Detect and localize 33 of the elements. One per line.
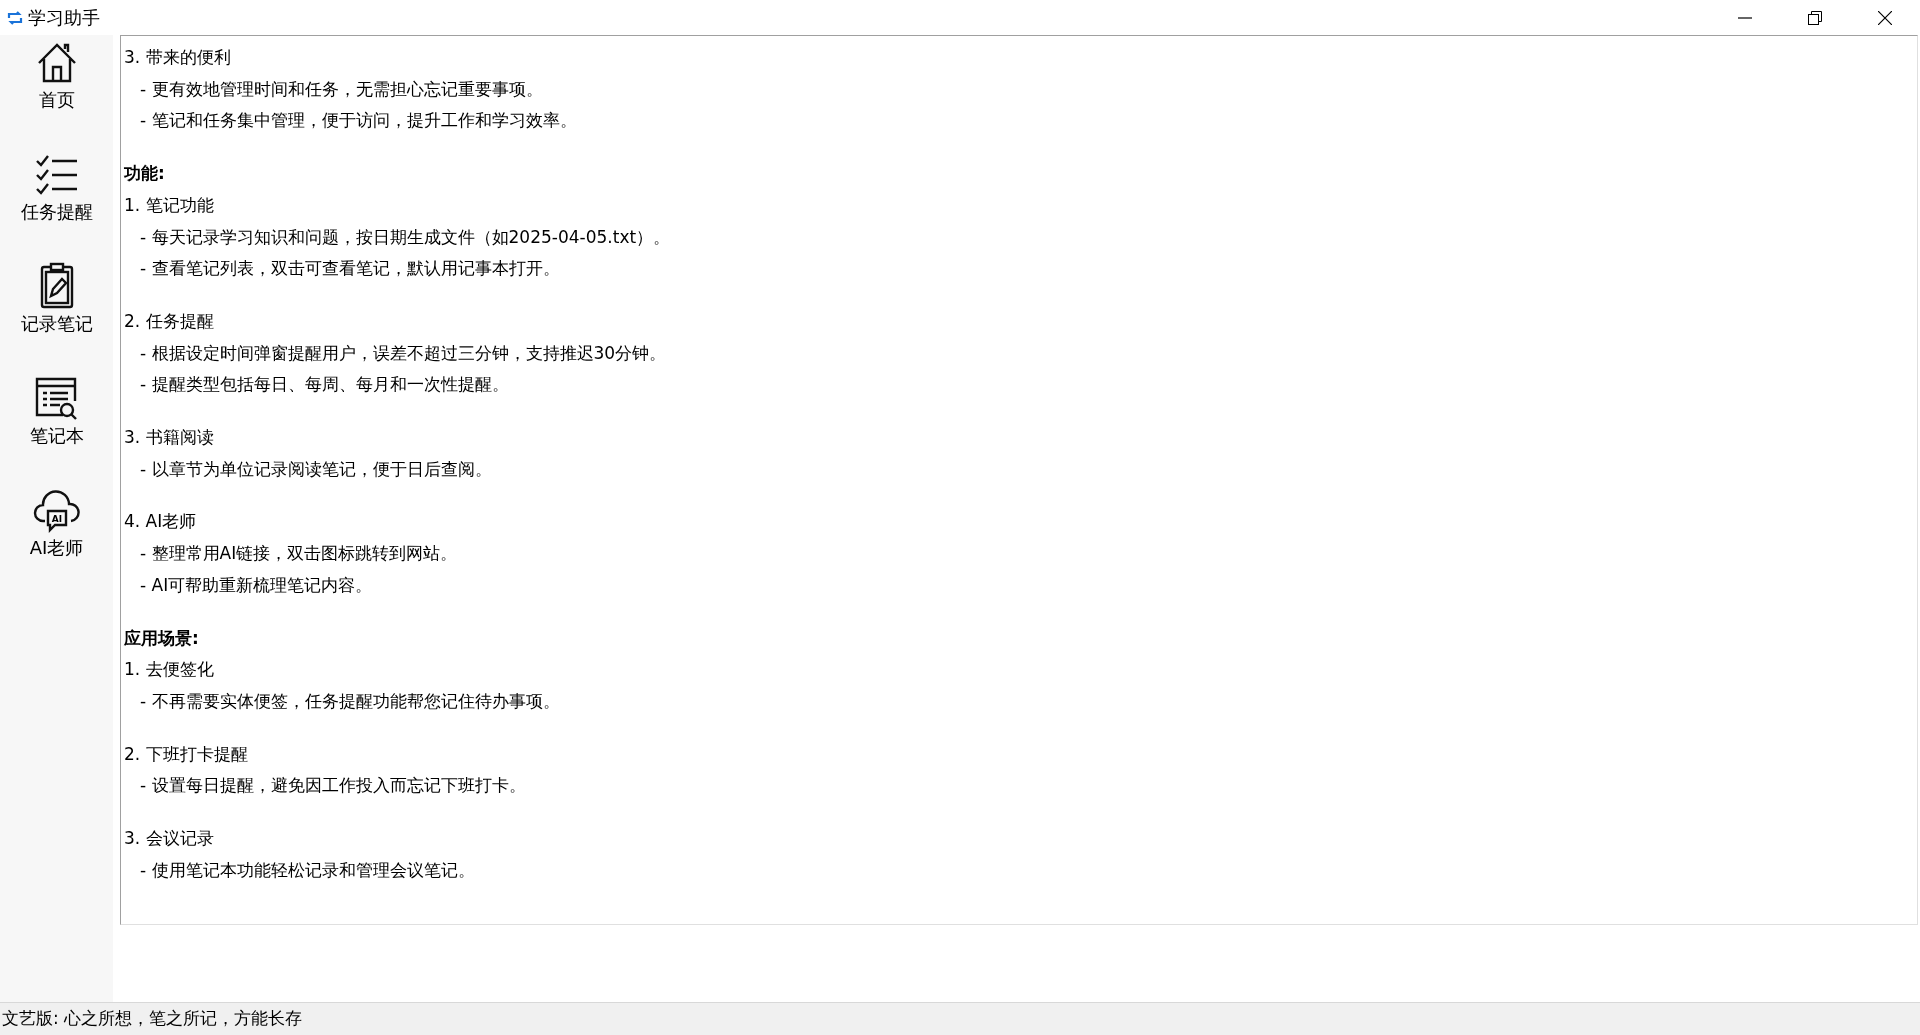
- sidebar-item[interactable]: AI AI老师: [0, 483, 113, 595]
- sidebar-item[interactable]: 首页: [0, 35, 113, 147]
- item-title: 2. 任务提醒: [124, 309, 214, 333]
- item-title: 3. 会议记录: [124, 827, 214, 851]
- bullet-text: - 根据设定时间弹窗提醒用户，误差不超过三分钟，支持推迟30分钟。: [140, 341, 667, 365]
- bullet-text: - 更有效地管理时间和任务，无需担心忘记重要事项。: [140, 77, 543, 101]
- item-title: 1. 去便签化: [124, 658, 214, 682]
- window-title: 学习助手: [28, 6, 100, 30]
- sidebar-item[interactable]: 记录笔记: [0, 259, 113, 371]
- item-title: 2. 下班打卡提醒: [124, 742, 248, 766]
- bullet-text: - 设置每日提醒，避免因工作投入而忘记下班打卡。: [140, 774, 526, 798]
- minimize-icon: [1738, 16, 1752, 19]
- bullet-text: - 整理常用AI链接，双击图标跳转到网站。: [140, 542, 458, 566]
- bullet-text: - 使用笔记本功能轻松记录和管理会议笔记。: [140, 858, 475, 882]
- close-icon: [1878, 10, 1892, 25]
- bullet-text: - 笔记和任务集中管理，便于访问，提升工作和学习效率。: [140, 109, 577, 133]
- item-title: 3. 书籍阅读: [124, 426, 214, 450]
- bullet-text: - 查看笔记列表，双击可查看笔记，默认用记事本打开。: [140, 257, 560, 281]
- status-text: 文艺版: 心之所想，笔之所记，方能长存: [2, 1007, 303, 1031]
- item-title: 3. 带来的便利: [124, 46, 231, 69]
- bullet-text: - 每天记录学习知识和问题，按日期生成文件（如2025-04-05.txt）。: [140, 225, 671, 249]
- restore-icon: [1808, 10, 1822, 25]
- bullet-text: - 提醒类型包括每日、每周、每月和一次性提醒。: [140, 373, 509, 397]
- bullet-text: - 以章节为单位记录阅读笔记，便于日后查阅。: [140, 457, 492, 481]
- item-title: 4. AI老师: [124, 510, 197, 534]
- item-title: 1. 笔记功能: [124, 193, 214, 217]
- sidebar-item[interactable]: 笔记本: [0, 371, 113, 483]
- sidebar-item[interactable]: 任务提醒: [0, 147, 113, 259]
- bullet-text: - AI可帮助重新梳理笔记内容。: [140, 573, 373, 597]
- bullet-text: - 不再需要实体便签，任务提醒功能帮您记住待办事项。: [140, 689, 560, 713]
- app-icon: [6, 8, 24, 27]
- section-heading: 功能:: [124, 162, 165, 186]
- section-heading: 应用场景:: [124, 626, 199, 650]
